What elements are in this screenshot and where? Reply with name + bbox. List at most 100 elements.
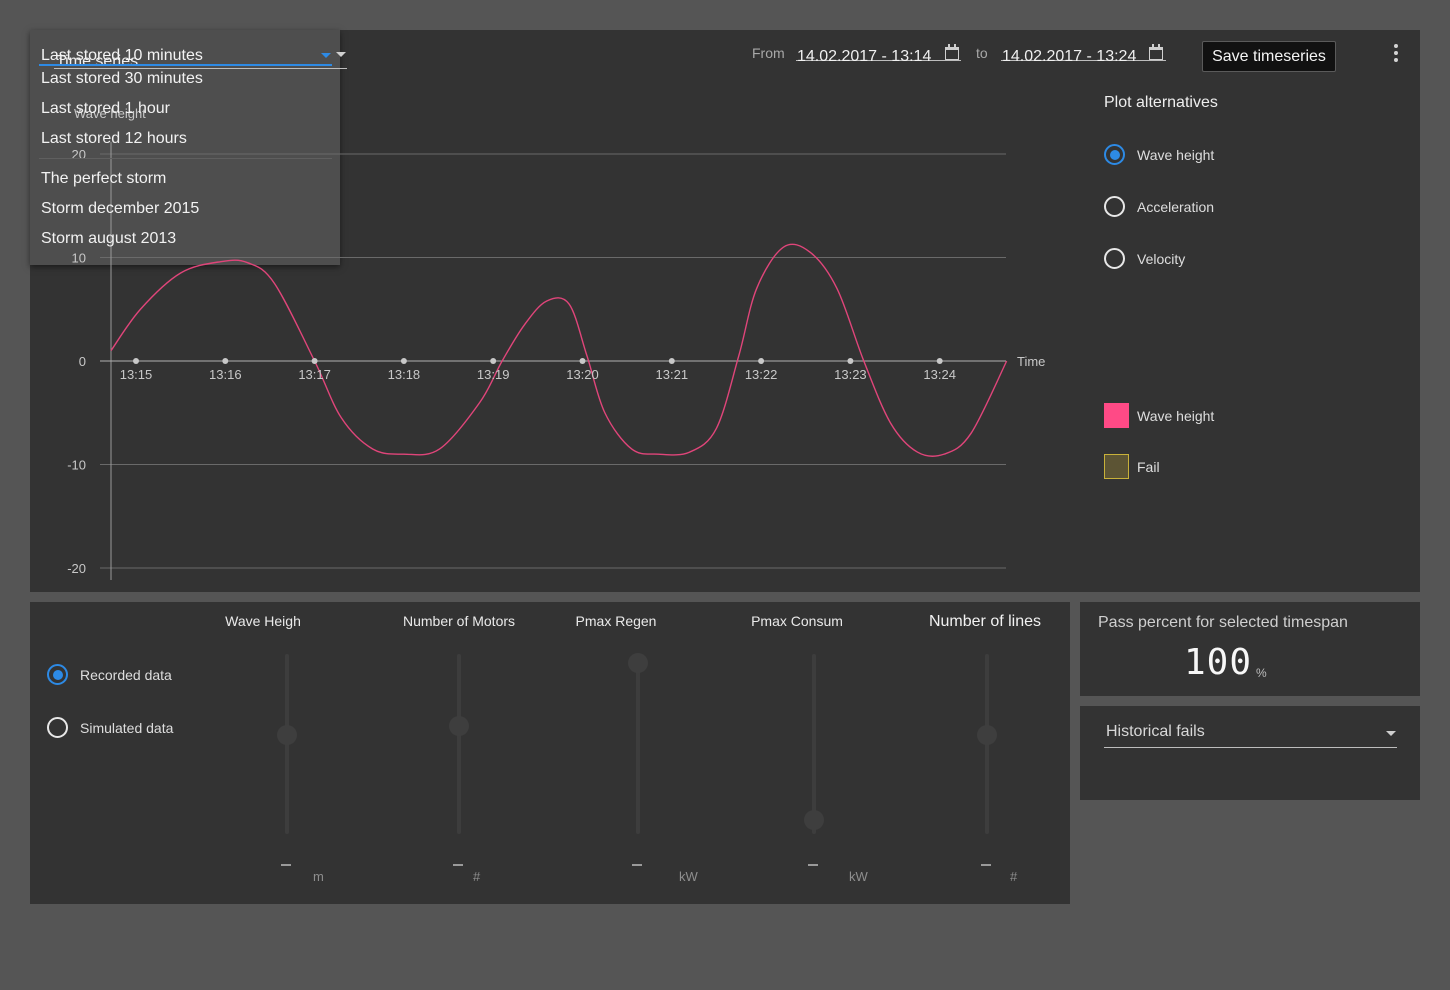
- slider-thumb[interactable]: [277, 725, 297, 745]
- menu-item-last-30-minutes[interactable]: Last stored 30 minutes: [41, 70, 203, 88]
- x-tick-label: 13:23: [834, 367, 867, 382]
- x-tick-label: 13:20: [566, 367, 599, 382]
- wave-height-chart: 20100-10-20Wave heightTime13:15 13:16 13:1…: [67, 106, 1045, 580]
- x-tick-mark: [133, 358, 139, 364]
- slider-unit: #: [473, 869, 481, 884]
- save-timeseries-button[interactable]: Save timeseries: [1202, 41, 1336, 72]
- y-tick-label: 20: [72, 147, 86, 162]
- radio-selected-icon[interactable]: [1104, 144, 1125, 165]
- slider-thumb[interactable]: [449, 716, 469, 736]
- plot-option-label: Velocity: [1137, 250, 1186, 267]
- slider-title: Number of lines: [928, 613, 1042, 630]
- menu-divider: [39, 158, 332, 159]
- menu-item-last-1-hour[interactable]: Last stored 1 hour: [41, 100, 170, 118]
- calendar-icon[interactable]: [1149, 44, 1163, 60]
- x-tick-mark: [579, 358, 586, 364]
- calendar-icon[interactable]: [945, 44, 959, 60]
- slider-value: [808, 864, 818, 866]
- radio-unselected-icon[interactable]: [1104, 248, 1125, 269]
- radio-selected-icon[interactable]: [47, 664, 68, 685]
- x-tick-label: 13:17: [298, 367, 331, 382]
- slider-value: [281, 864, 291, 866]
- radio-unselected-icon[interactable]: [47, 717, 68, 738]
- menu-item-last-12-hours[interactable]: Last stored 12 hours: [41, 130, 187, 148]
- plot-option-velocity[interactable]: Velocity: [1104, 248, 1185, 269]
- pass-percent-unit: %: [1256, 666, 1267, 680]
- slider-value: [981, 864, 991, 866]
- slider-title: Pmax Regen: [575, 613, 657, 629]
- to-date-value: 14.02.2017 - 13:24: [1002, 48, 1137, 65]
- data-source-recorded[interactable]: Recorded data: [47, 664, 172, 685]
- plot-panel: 20 10 0 -10 -20 Wave height Time 13:15 13:16 13:1…: [30, 30, 1420, 592]
- to-date-field[interactable]: 14.02.2017 - 13:24: [1001, 35, 1166, 65]
- plot-alternatives-title: Plot alternatives: [1104, 94, 1218, 111]
- slider-thumb[interactable]: [804, 809, 824, 830]
- x-tick-label: 13:19: [477, 367, 510, 382]
- x-tick-label: 13:18: [388, 367, 421, 382]
- y-tick-label: -10: [67, 458, 86, 473]
- slider-unit: kW: [849, 869, 868, 884]
- slider-unit: m: [313, 869, 324, 884]
- x-tick-label: 13:22: [745, 367, 778, 382]
- pass-percent-panel: Pass percent for selected timespan 100 %: [1080, 602, 1420, 696]
- plot-option-label: Wave height: [1137, 146, 1215, 163]
- x-tick-mark: [847, 358, 854, 364]
- plot-option-label: Acceleration: [1137, 198, 1215, 215]
- slider-value: [632, 864, 642, 866]
- data-source-label: Recorded data: [80, 666, 172, 683]
- series-line-wave-height: [110, 243, 1008, 457]
- slider-track[interactable]: [636, 654, 640, 834]
- slider-unit: #: [1010, 869, 1018, 884]
- legend-fail: Fail: [1104, 454, 1160, 479]
- plot-option-wave-height[interactable]: Wave height: [1104, 144, 1214, 165]
- parameters-panel: Recorded data Simulated data Wave Heigh m…: [30, 602, 1070, 904]
- more-vert-icon[interactable]: [1391, 44, 1401, 62]
- chevron-down-icon: [321, 53, 331, 58]
- historical-fails-select[interactable]: Historical fails: [1104, 718, 1397, 748]
- x-tick-mark: [311, 358, 318, 364]
- slider-track[interactable]: [457, 654, 461, 834]
- legend-wave-height: Wave height: [1104, 403, 1214, 428]
- from-label: From: [752, 45, 785, 61]
- historical-fails-panel: Historical fails: [1080, 706, 1420, 800]
- slider-unit: kW: [679, 869, 698, 884]
- x-tick-mark: [936, 358, 943, 364]
- legend-label: Fail: [1137, 458, 1160, 475]
- slider-track[interactable]: [812, 654, 816, 834]
- x-tick-mark: [758, 358, 765, 364]
- slider-title: Number of Motors: [402, 613, 516, 629]
- slider-value: [453, 864, 463, 866]
- slider-thumb[interactable]: [628, 653, 648, 673]
- y-tick-label: 0: [79, 354, 86, 369]
- x-tick-mark: [400, 358, 407, 364]
- y-tick-label: -20: [67, 561, 86, 576]
- chevron-down-icon: [1386, 731, 1396, 736]
- slider-thumb[interactable]: [977, 725, 997, 745]
- pass-percent-value: 100: [1184, 642, 1253, 683]
- data-source-simulated[interactable]: Simulated data: [47, 717, 173, 738]
- legend-swatch: [1104, 454, 1129, 479]
- x-axis-label: Time: [1017, 354, 1045, 369]
- y-tick-label: 10: [72, 251, 86, 266]
- from-date-field[interactable]: 14.02.2017 - 13:14: [796, 35, 961, 65]
- plot-option-acceleration[interactable]: Acceleration: [1104, 196, 1214, 217]
- x-tick-mark: [490, 358, 497, 364]
- x-tick-label: 13:16: [209, 367, 242, 382]
- menu-item-perfect-storm[interactable]: The perfect storm: [41, 170, 166, 188]
- radio-unselected-icon[interactable]: [1104, 196, 1125, 217]
- to-label: to: [976, 45, 988, 61]
- x-tick-label: 13:24: [923, 367, 956, 382]
- legend-label: Wave height: [1137, 407, 1215, 424]
- chevron-down-icon: [336, 52, 346, 57]
- x-tick-label: 13:21: [656, 367, 689, 382]
- historical-fails-value: Historical fails: [1106, 723, 1205, 740]
- menu-item-storm-dec-2015[interactable]: Storm december 2015: [41, 200, 199, 218]
- menu-item-storm-aug-2013[interactable]: Storm august 2013: [41, 230, 176, 248]
- legend-swatch: [1104, 403, 1129, 428]
- x-tick-mark: [668, 358, 675, 364]
- x-tick-mark: [222, 358, 229, 364]
- time-range-select[interactable]: Last stored 10 minutes: [39, 36, 332, 66]
- from-date-value: 14.02.2017 - 13:14: [797, 48, 932, 65]
- x-tick-label: 13:15: [120, 367, 153, 382]
- time-range-value: Last stored 10 minutes: [41, 47, 203, 64]
